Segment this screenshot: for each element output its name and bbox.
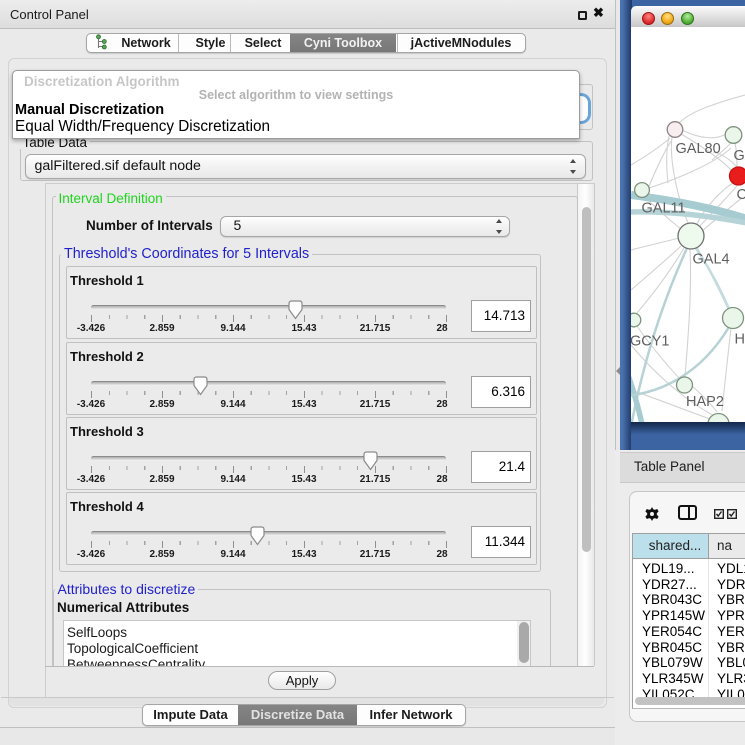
svg-text:CY: CY [737, 187, 745, 203]
svg-text:HAP2: HAP2 [686, 394, 724, 410]
svg-text:GAL80: GAL80 [676, 141, 721, 157]
svg-text:GAL4: GAL4 [693, 252, 730, 268]
svg-text:GA: GA [734, 148, 745, 164]
svg-text:HIS: HIS [735, 332, 745, 348]
svg-text:GCY1: GCY1 [631, 334, 670, 350]
svg-text:GAL11: GAL11 [642, 201, 686, 217]
